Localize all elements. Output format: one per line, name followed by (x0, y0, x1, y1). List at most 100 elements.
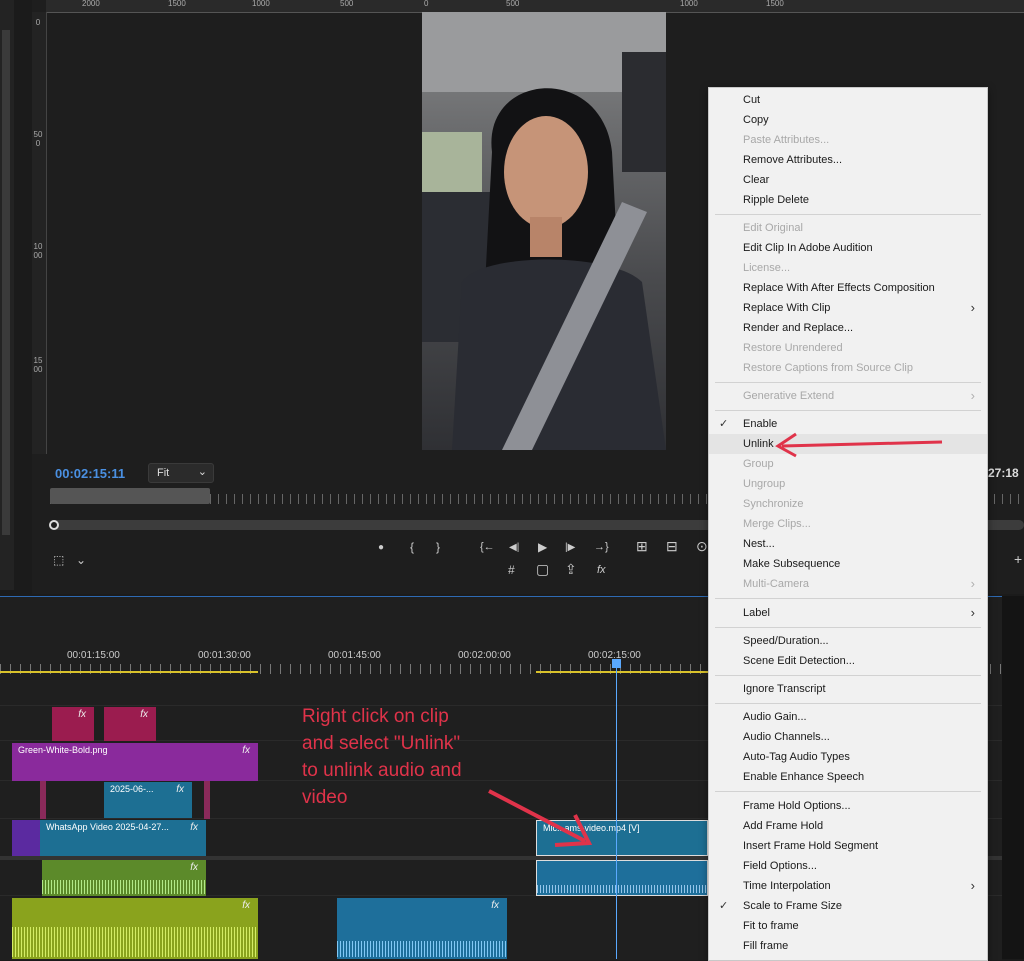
menu-item-label: Auto-Tag Audio Types (743, 751, 850, 763)
menu-item-remove-attributes[interactable]: Remove Attributes... (709, 150, 987, 170)
linked-audio-clip[interactable] (536, 860, 708, 896)
menu-item-fill-frame[interactable]: Fill frame (709, 936, 987, 956)
menu-item-edit-in-audition[interactable]: Edit Clip In Adobe Audition (709, 238, 987, 258)
marker-icon[interactable]: ● (378, 541, 384, 555)
timeline-timecode: 00:01:30:00 (198, 650, 251, 661)
go-to-out-icon[interactable]: →} (594, 540, 609, 554)
menu-item-scale-to-frame[interactable]: ✓ Scale to Frame Size (709, 896, 987, 916)
menu-item-clear[interactable]: Clear (709, 170, 987, 190)
safe-margins-icon[interactable]: ▢ (536, 562, 549, 576)
menu-item-restore-captions[interactable]: Restore Captions from Source Clip (709, 358, 987, 378)
video-clip[interactable] (12, 820, 42, 856)
menu-item-label: Render and Replace... (743, 322, 854, 334)
mark-out-icon[interactable]: } (436, 540, 440, 554)
menu-item-ungroup[interactable]: Ungroup (709, 474, 987, 494)
playhead[interactable] (616, 664, 617, 959)
menu-item-restore-unrendered[interactable]: Restore Unrendered (709, 338, 987, 358)
ruler-label: 2000 (82, 0, 100, 8)
clip-name: WhatsApp Video 2025-04-27... (46, 822, 169, 832)
play-icon[interactable]: ▶ (538, 540, 547, 554)
ruler-label: 0 (424, 0, 429, 8)
grid-icon[interactable]: # (508, 563, 515, 577)
export-icon[interactable]: ⇪ (565, 562, 577, 576)
zoom-fit-select[interactable]: Fit ⌄ (148, 463, 214, 483)
menu-separator (715, 214, 981, 215)
menu-item-enhance-speech[interactable]: Enable Enhance Speech (709, 767, 987, 787)
add-button-icon[interactable]: + (1014, 552, 1022, 566)
menu-item-cut[interactable]: Cut (709, 90, 987, 110)
menu-item-nest[interactable]: Nest... (709, 534, 987, 554)
graphic-clip[interactable]: fx (52, 707, 94, 741)
menu-item-add-frame-hold[interactable]: Add Frame Hold (709, 816, 987, 836)
monitor-zoom-scrollbar[interactable] (50, 488, 210, 504)
menu-separator (715, 598, 981, 599)
menu-item-fit-to-frame[interactable]: Fit to frame (709, 916, 987, 936)
export-frame-icon[interactable]: ⊙ (696, 539, 708, 553)
menu-item-scene-edit-detection[interactable]: Scene Edit Detection... (709, 651, 987, 671)
check-icon: ✓ (719, 900, 729, 912)
graphic-clip[interactable]: fx (104, 707, 156, 741)
submenu-arrow-icon: › (970, 576, 975, 591)
whatsapp-video-clip[interactable]: WhatsApp Video 2025-04-27... fx (40, 820, 206, 856)
menu-item-render-and-replace[interactable]: Render and Replace... (709, 318, 987, 338)
menu-item-replace-ae-comp[interactable]: Replace With After Effects Composition (709, 278, 987, 298)
menu-item-generative-extend[interactable]: Generative Extend › (709, 386, 987, 406)
menu-item-merge-clips[interactable]: Merge Clips... (709, 514, 987, 534)
fx-badge: fx (242, 900, 250, 911)
step-back-icon[interactable]: ◀| (509, 541, 519, 555)
current-timecode[interactable]: 00:02:15:11 (55, 466, 125, 481)
video-clip[interactable]: 2025-06-... fx (104, 782, 192, 818)
audio-clip[interactable]: fx (337, 898, 507, 959)
music-clip[interactable]: fx (12, 898, 258, 959)
menu-item-multi-camera[interactable]: Multi-Camera › (709, 574, 987, 594)
menu-item-paste-attributes[interactable]: Paste Attributes... (709, 130, 987, 150)
menu-item-frame-hold-options[interactable]: Frame Hold Options... (709, 796, 987, 816)
menu-item-copy[interactable]: Copy (709, 110, 987, 130)
fx-badge: fx (491, 900, 499, 911)
menu-item-field-options[interactable]: Field Options... (709, 856, 987, 876)
mark-in-icon[interactable]: { (410, 540, 414, 554)
menu-item-replace-with-clip[interactable]: Replace With Clip › (709, 298, 987, 318)
menu-item-insert-frame-hold[interactable]: Insert Frame Hold Segment (709, 836, 987, 856)
menu-item-label-submenu[interactable]: Label › (709, 603, 987, 623)
image-clip[interactable]: Green-White-Bold.png fx (12, 743, 258, 781)
menu-item-time-interpolation[interactable]: Time Interpolation › (709, 876, 987, 896)
menu-item-label: Unlink (743, 438, 774, 450)
menu-item-edit-original[interactable]: Edit Original (709, 218, 987, 238)
menu-item-label: Merge Clips... (743, 518, 811, 530)
ruler-label: 0 (35, 18, 41, 27)
playhead-handle[interactable] (612, 659, 621, 668)
go-to-in-icon[interactable]: {← (480, 540, 495, 554)
menu-item-ignore-transcript[interactable]: Ignore Transcript (709, 679, 987, 699)
scrub-handle[interactable] (49, 520, 59, 530)
lift-icon[interactable]: ⊞ (636, 539, 648, 553)
menu-item-audio-gain[interactable]: Audio Gain... (709, 707, 987, 727)
step-forward-icon[interactable]: |▶ (565, 541, 575, 555)
menu-item-speed-duration[interactable]: Speed/Duration... (709, 631, 987, 651)
menu-separator (715, 675, 981, 676)
menu-item-synchronize[interactable]: Synchronize (709, 494, 987, 514)
menu-item-ripple-delete[interactable]: Ripple Delete (709, 190, 987, 210)
menu-separator (715, 382, 981, 383)
fx-icon[interactable]: fx (597, 563, 606, 577)
chevron-down-icon[interactable]: ⌄ (76, 553, 86, 567)
menu-item-label: Ripple Delete (743, 194, 810, 206)
settings-icon[interactable]: ⬚ (53, 553, 64, 567)
menu-item-label: Remove Attributes... (743, 154, 843, 166)
extract-icon[interactable]: ⊟ (666, 539, 678, 553)
submenu-arrow-icon: › (970, 605, 975, 620)
video-preview-frame[interactable] (422, 12, 666, 450)
menu-item-label: Generative Extend (743, 390, 835, 402)
menu-item-make-subsequence[interactable]: Make Subsequence (709, 554, 987, 574)
menu-item-audio-channels[interactable]: Audio Channels... (709, 727, 987, 747)
fit-value: Fit (157, 467, 170, 479)
menu-item-auto-tag-audio[interactable]: Auto-Tag Audio Types (709, 747, 987, 767)
menu-item-enable[interactable]: ✓ Enable (709, 414, 987, 434)
audio-clip[interactable]: fx (42, 860, 206, 896)
menu-item-label: Ignore Transcript (743, 683, 826, 695)
timeline-timecode: 00:01:45:00 (328, 650, 381, 661)
menu-item-license[interactable]: License... (709, 258, 987, 278)
menu-item-label: Replace With Clip (743, 302, 831, 314)
menu-item-label: Group (743, 458, 774, 470)
fx-badge: fx (78, 709, 86, 720)
